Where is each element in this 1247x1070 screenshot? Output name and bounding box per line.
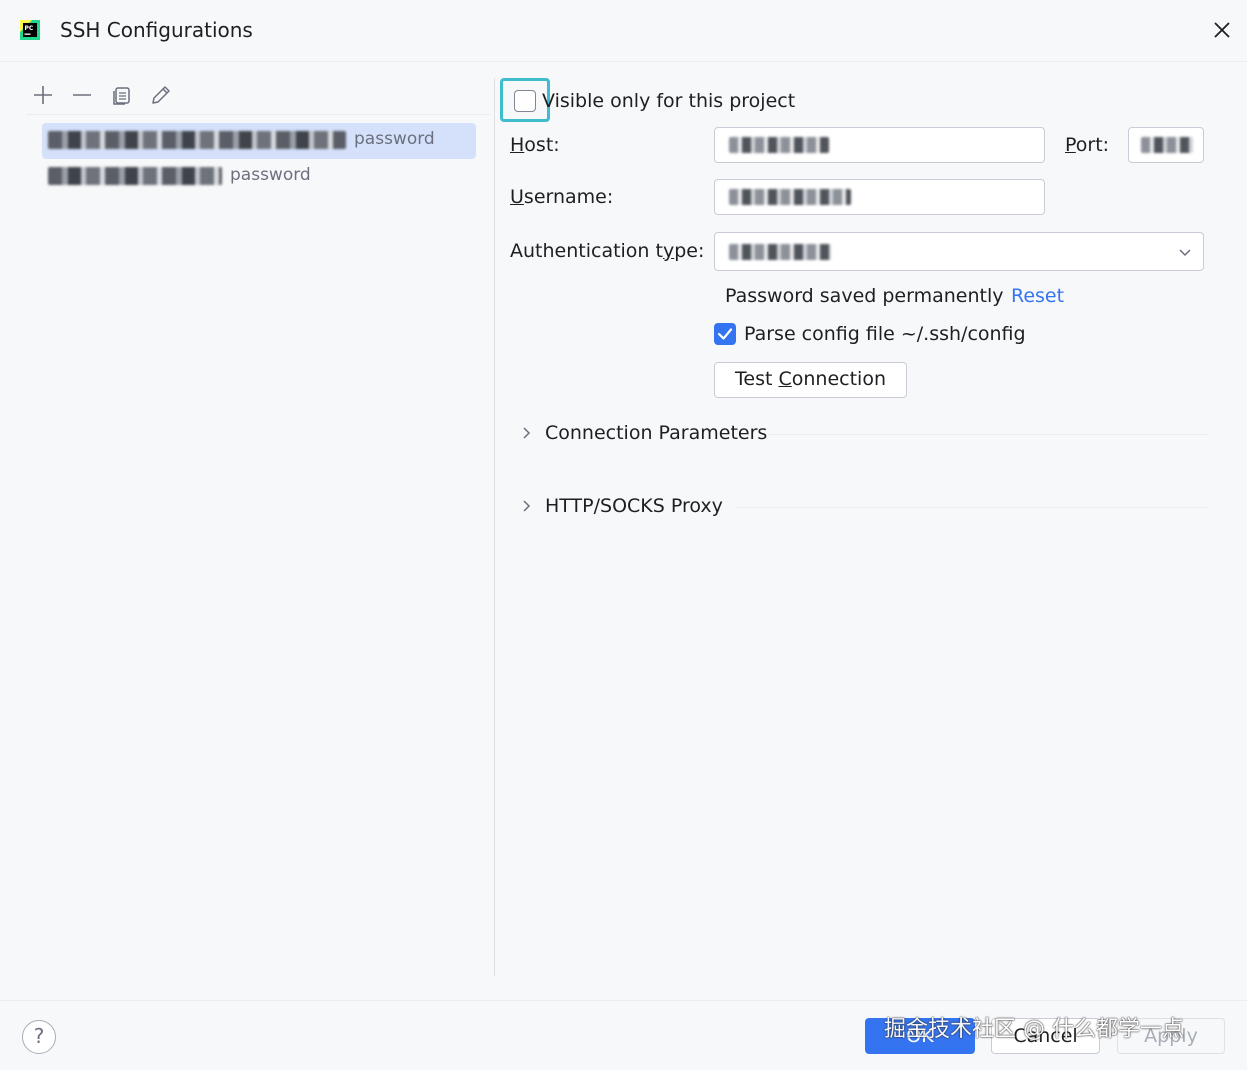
username-field[interactable] <box>714 179 1045 215</box>
reset-link[interactable]: Reset <box>1011 285 1064 307</box>
port-label: Port: <box>1065 134 1110 156</box>
checkmark-icon <box>717 328 733 340</box>
watermark-text: 掘金技术社区 @ 什么都学一点 <box>884 1017 1184 1042</box>
config-list-item[interactable]: password <box>42 159 476 195</box>
username-value-redacted <box>729 189 851 205</box>
help-button[interactable]: ? <box>22 1020 56 1054</box>
test-connection-label-c: onnection <box>791 368 886 390</box>
plus-icon[interactable] <box>30 82 56 108</box>
section-divider <box>768 434 1208 435</box>
parse-config-label: Parse config file ~/.ssh/config <box>744 323 1026 345</box>
password-saved-text: Password saved permanently <box>725 285 1004 307</box>
host-value-redacted <box>729 137 829 153</box>
configurations-panel <box>0 62 494 976</box>
port-field[interactable] <box>1128 127 1204 163</box>
svg-text:PC: PC <box>25 25 34 32</box>
auth-type-dropdown[interactable] <box>714 232 1204 271</box>
panel-divider <box>494 78 495 976</box>
title-bar: PC SSH Configurations <box>0 0 1247 62</box>
parse-config-checkbox[interactable] <box>714 323 736 345</box>
test-connection-label-a: Test <box>735 368 779 390</box>
host-label: Host: <box>510 134 560 156</box>
config-auth-type: password <box>354 129 435 149</box>
auth-type-label: Authentication type: <box>510 240 705 262</box>
section-divider <box>736 507 1208 508</box>
close-icon[interactable] <box>1210 18 1234 42</box>
host-field[interactable] <box>714 127 1045 163</box>
auth-type-value-redacted <box>729 244 831 260</box>
window-title: SSH Configurations <box>60 18 253 42</box>
pycharm-logo-icon: PC <box>20 20 40 40</box>
edit-icon[interactable] <box>148 82 174 108</box>
toolbar-divider <box>26 114 490 115</box>
port-value-redacted <box>1141 137 1193 153</box>
http-socks-proxy-section[interactable]: HTTP/SOCKS Proxy <box>545 495 723 517</box>
config-auth-type: password <box>230 165 311 185</box>
config-name-redacted <box>48 167 222 185</box>
config-list-item[interactable]: password <box>42 123 476 159</box>
minus-icon[interactable] <box>69 82 95 108</box>
chevron-right-icon[interactable] <box>520 426 534 440</box>
visible-only-label: Visible only for this project <box>542 90 796 112</box>
config-name-redacted <box>48 131 346 149</box>
connection-parameters-section[interactable]: Connection Parameters <box>545 422 767 444</box>
visible-only-checkbox[interactable] <box>514 90 536 112</box>
test-connection-button[interactable]: Test Connection <box>714 362 907 398</box>
chevron-right-icon[interactable] <box>520 499 534 513</box>
chevron-down-icon <box>1179 249 1191 257</box>
username-label: Username: <box>510 186 614 208</box>
test-connection-label-b: C <box>778 368 792 390</box>
copy-icon[interactable] <box>109 82 135 108</box>
